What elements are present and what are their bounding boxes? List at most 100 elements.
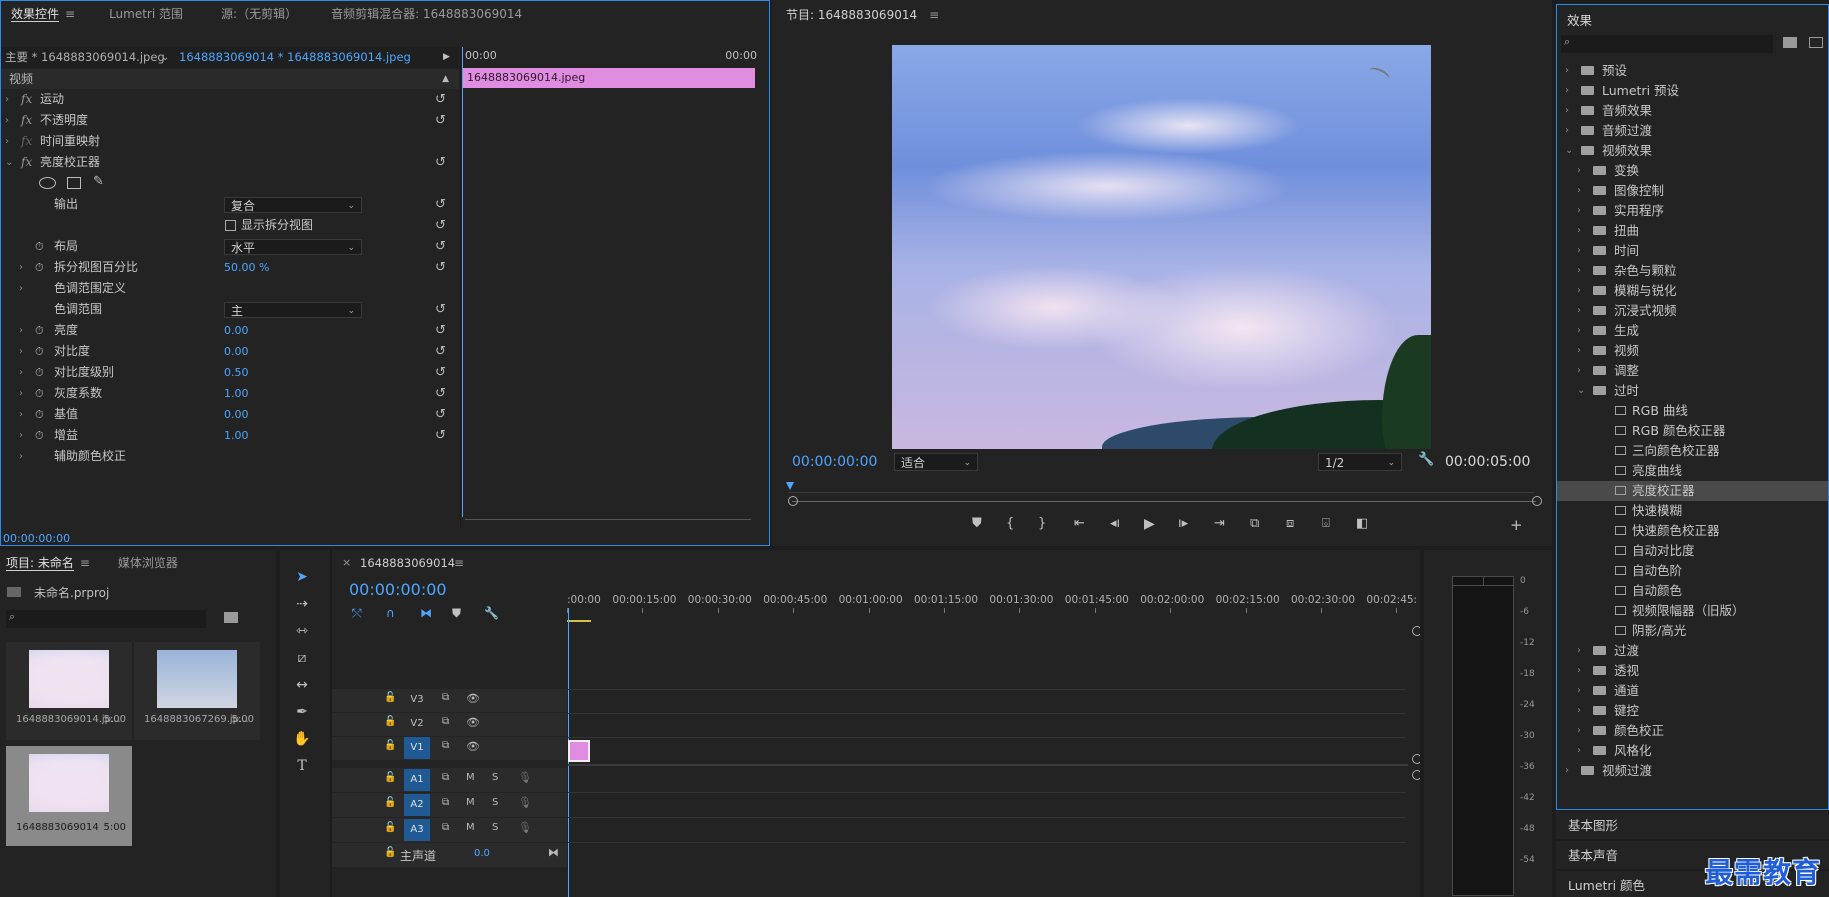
mark-out-icon[interactable]: }: [1038, 516, 1046, 531]
track-header-master[interactable]: 🔓 主声道 0.0 ⧓: [332, 843, 567, 867]
project-item[interactable]: 1648883069014.jp... 5:00: [6, 642, 132, 740]
add-marker-icon[interactable]: ⛊: [452, 606, 461, 621]
effects-item[interactable]: 亮度校正器: [1557, 481, 1828, 501]
tab-lumetri-scopes[interactable]: Lumetri 范围: [99, 1, 193, 27]
type-tool-icon[interactable]: T: [291, 755, 313, 777]
stopwatch-icon[interactable]: ⏱: [35, 362, 44, 383]
mark-in-icon[interactable]: {: [1006, 516, 1014, 531]
extract-icon[interactable]: ⧈: [1286, 516, 1294, 531]
param-value[interactable]: 1.00: [224, 425, 249, 446]
chevron-right-icon[interactable]: ›: [1565, 761, 1569, 781]
wrench-icon[interactable]: 🔧: [1418, 452, 1434, 467]
param-value[interactable]: 0.50: [224, 362, 249, 383]
reset-icon[interactable]: ↺: [435, 110, 446, 131]
lock-icon[interactable]: 🔓: [384, 716, 396, 727]
effects-item[interactable]: RGB 颜色校正器: [1557, 421, 1828, 441]
fit-dropdown[interactable]: 适合 ⌄: [894, 453, 978, 471]
effects-folder-item[interactable]: › 扭曲: [1557, 221, 1828, 241]
find-icon[interactable]: [224, 612, 238, 623]
reset-icon[interactable]: ↺: [435, 383, 446, 404]
chevron-right-icon[interactable]: ›: [1565, 81, 1569, 101]
project-item[interactable]: 1648883067269.jp... 5:00: [134, 642, 260, 740]
tab-audio-clip-mixer[interactable]: 音频剪辑混合器: 1648883069014: [321, 1, 532, 27]
effects-folder-item[interactable]: › 颜色校正: [1557, 721, 1828, 741]
chevron-right-icon[interactable]: ›: [1565, 101, 1569, 121]
effects-folder-item[interactable]: › 生成: [1557, 321, 1828, 341]
master-clip-label[interactable]: 主要 * 1648883069014.jpeg: [5, 47, 165, 68]
program-title[interactable]: 节目: 1648883069014 ≡: [786, 6, 939, 23]
effects-folder-item[interactable]: ⌄ 过时: [1557, 381, 1828, 401]
master-volume-value[interactable]: 0.0: [474, 848, 490, 859]
lock-icon[interactable]: 🔓: [384, 797, 396, 808]
accel-effects-icon[interactable]: [1809, 37, 1823, 48]
reset-icon[interactable]: ↺: [435, 404, 446, 425]
stopwatch-icon[interactable]: ⏱: [35, 404, 44, 425]
panel-menu-icon[interactable]: ≡: [80, 556, 90, 570]
mute-button[interactable]: M: [466, 822, 475, 833]
comparison-view-icon[interactable]: ◧: [1356, 516, 1368, 531]
sync-lock-icon[interactable]: ⧉: [442, 772, 449, 783]
chevron-right-icon[interactable]: ›: [1577, 261, 1581, 281]
effects-folder-item[interactable]: › 沉浸式视频: [1557, 301, 1828, 321]
chevron-right-icon[interactable]: ›: [1577, 221, 1581, 241]
effects-item[interactable]: 视频限幅器（旧版）: [1557, 601, 1828, 621]
reset-icon[interactable]: ↺: [435, 425, 446, 446]
lock-icon[interactable]: 🔓: [384, 822, 396, 833]
panel-menu-icon[interactable]: ≡: [454, 556, 464, 570]
reset-icon[interactable]: ↺: [435, 236, 446, 257]
layout-dropdown[interactable]: 水平 ⌄: [224, 239, 362, 255]
chevron-right-icon[interactable]: ›: [1565, 121, 1569, 141]
effects-folder-item[interactable]: › 视频: [1557, 341, 1828, 361]
fx-row-luma-corrector[interactable]: ⌄ fx 亮度校正器 ↺: [1, 152, 459, 173]
effects-folder-item[interactable]: › 调整: [1557, 361, 1828, 381]
split-view-checkbox[interactable]: [225, 220, 236, 231]
effects-folder-item[interactable]: › 预设: [1557, 61, 1828, 81]
tonal-range-dropdown[interactable]: 主 ⌄: [224, 302, 362, 318]
chevron-right-icon[interactable]: ›: [1577, 161, 1581, 181]
chevron-right-icon[interactable]: ›: [1577, 741, 1581, 761]
effects-folder-item[interactable]: › 音频效果: [1557, 101, 1828, 121]
zoom-handle-right[interactable]: [1532, 496, 1542, 506]
step-forward-icon[interactable]: ı▸: [1178, 516, 1188, 531]
effects-folder-item[interactable]: › 透视: [1557, 661, 1828, 681]
chevron-right-icon[interactable]: ›: [1577, 681, 1581, 701]
sync-lock-icon[interactable]: ⧉: [442, 797, 449, 808]
ec-zoom-scrollbar[interactable]: [465, 519, 751, 520]
vertical-scroll-handle[interactable]: [1412, 626, 1420, 636]
add-marker-icon[interactable]: ⛊: [972, 516, 982, 531]
reset-icon[interactable]: ↺: [435, 257, 446, 278]
chevron-down-icon[interactable]: ⌄: [1577, 381, 1585, 401]
effects-folder-item[interactable]: › 图像控制: [1557, 181, 1828, 201]
tab-project[interactable]: 项目: 未命名 ≡: [0, 550, 100, 576]
chevron-right-icon[interactable]: ›: [1577, 281, 1581, 301]
mic-icon[interactable]: 🎙: [518, 796, 532, 809]
panel-menu-icon[interactable]: ≡: [929, 8, 939, 22]
ec-mini-timeline[interactable]: 00:00 00:00 1648883069014.jpeg: [460, 47, 769, 527]
sync-lock-icon[interactable]: ⧉: [442, 716, 449, 727]
param-value[interactable]: 0.00: [224, 404, 249, 425]
reset-icon[interactable]: ↺: [435, 194, 446, 215]
tab-source[interactable]: 源:（无剪辑）: [211, 1, 307, 27]
effects-folder-item[interactable]: › 变换: [1557, 161, 1828, 181]
effects-folder-item[interactable]: › Lumetri 预设: [1557, 81, 1828, 101]
mic-icon[interactable]: 🎙: [518, 771, 532, 784]
secondary-color-row[interactable]: › 辅助颜色校正: [1, 446, 459, 467]
razor-tool-icon[interactable]: ⧄: [291, 647, 313, 669]
go-to-end-icon[interactable]: ⧓: [548, 846, 559, 859]
track-header-v3[interactable]: 🔓 V3 ⧉ 👁: [332, 689, 567, 712]
reset-icon[interactable]: ↺: [435, 215, 446, 236]
mute-button[interactable]: M: [466, 772, 475, 783]
hand-tool-icon[interactable]: ✋: [291, 728, 313, 750]
effects-folder-item[interactable]: › 时间: [1557, 241, 1828, 261]
effects-item[interactable]: 自动对比度: [1557, 541, 1828, 561]
chevron-right-icon[interactable]: ›: [1577, 341, 1581, 361]
av-divider[interactable]: [568, 764, 1408, 766]
timeline-clip-v1[interactable]: [568, 740, 590, 762]
chevron-right-icon[interactable]: ›: [1577, 301, 1581, 321]
reset-icon[interactable]: ↺: [435, 299, 446, 320]
effects-folder-item[interactable]: › 键控: [1557, 701, 1828, 721]
ripple-edit-tool-icon[interactable]: ⇿: [291, 620, 313, 642]
tonal-def-row[interactable]: › 色调范围定义: [1, 278, 459, 299]
pen-tool-icon[interactable]: ✒: [291, 701, 313, 723]
timeline-timecode[interactable]: 00:00:00:00: [349, 580, 447, 599]
